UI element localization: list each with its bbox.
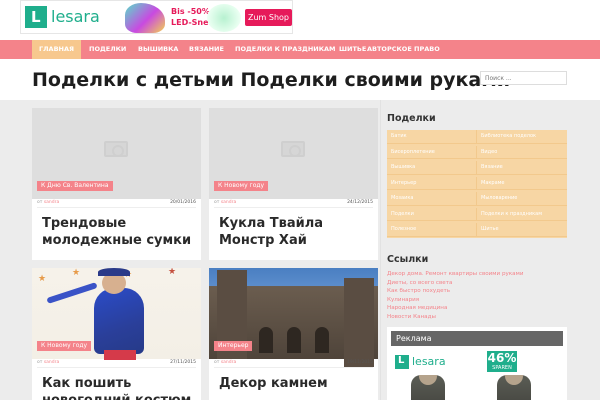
post-author-prefix: от [214, 360, 220, 365]
post-category[interactable]: К Новому году [214, 181, 269, 191]
lesara-logo-icon [395, 355, 409, 369]
content-divider [380, 100, 381, 400]
sidebar-ad-sparen: SPAREN [487, 365, 517, 372]
sidebar-category-link[interactable]: Батик [387, 130, 477, 144]
sidebar-category-link[interactable]: Библиотека поделок [477, 130, 567, 144]
sidebar-link[interactable]: Диеты, со всего света [387, 279, 567, 288]
sneaker-image [125, 3, 165, 33]
sidebar-categories: Батик Библиотека поделок Бисероплетение … [387, 130, 567, 238]
banner-shop-button[interactable]: Zum Shop [245, 9, 292, 26]
post-meta: от sandra 27/11/2015 [37, 360, 196, 368]
post-author[interactable]: sandra [221, 200, 236, 205]
sidebar-category-link[interactable]: Шитье [477, 223, 567, 237]
sidebar-category-link[interactable]: Полезное [387, 223, 477, 237]
sidebar-link[interactable]: Кулинария [387, 296, 567, 305]
sidebar-category-link[interactable]: Мыловарение [477, 192, 567, 206]
post-meta: от sandra 19/11/2015 [214, 360, 373, 368]
sidebar-category-link[interactable]: Поделки [387, 207, 477, 221]
post-meta: от sandra 20/01/2016 [37, 200, 196, 208]
sidebar-category-link[interactable]: Макраме [477, 177, 567, 190]
sidebar-link[interactable]: Народная медицина [387, 304, 567, 313]
sneaker-glow-image [207, 4, 241, 32]
post-author-prefix: от [37, 200, 43, 205]
sidebar-category-link[interactable]: Видео [477, 146, 567, 159]
post-card[interactable]: ★ ★ ★ ★ К Новому году от sandra 27/11/20… [32, 268, 201, 400]
star-decoration: ★ [168, 268, 177, 277]
costume-hat [98, 268, 130, 276]
sidebar-ad-title: Реклама [391, 331, 563, 346]
nav-item-knitting[interactable]: Вязание [182, 40, 231, 59]
post-card[interactable]: К Дню Св. Валентина от sandra 20/01/2016… [32, 108, 201, 260]
sidebar-category-link[interactable]: Бисероплетение [387, 145, 477, 159]
site-title[interactable]: Поделки с детьми Поделки своими руками [32, 69, 510, 91]
banner-ad[interactable]: lesara Bis -50% auf LED-Sneaker Zum Shop [20, 0, 293, 34]
post-date: 19/11/2015 [347, 360, 373, 365]
costume-arm [46, 282, 98, 304]
site-header: Поделки с детьми Поделки своими руками [0, 59, 600, 100]
top-bar: lesara Bis -50% auf LED-Sneaker Zum Shop [0, 0, 600, 40]
sidebar-ad-brand: lesara [412, 355, 446, 368]
nav-item-home[interactable]: Главная [32, 40, 82, 59]
jacket-image [411, 375, 445, 400]
post-meta: от sandra 24/12/2015 [214, 200, 373, 208]
post-category[interactable]: К Новому году [37, 341, 92, 351]
post-card[interactable]: Интерьер от sandra 19/11/2015 Декор камн… [209, 268, 378, 400]
post-date: 24/12/2015 [347, 200, 373, 205]
star-decoration: ★ [72, 268, 81, 278]
post-author-prefix: от [37, 360, 43, 365]
jacket-image [497, 375, 531, 400]
banner-ad-brand: lesara [51, 7, 100, 26]
costume-body [94, 288, 144, 354]
star-decoration: ★ [38, 274, 47, 284]
post-title[interactable]: Как пошить новогодний костюм [42, 375, 193, 400]
lesara-logo-icon [25, 6, 47, 28]
arch [259, 327, 273, 353]
sidebar-links: Декор дома. Ремонт квартиры своими рукам… [387, 270, 567, 321]
nav-item-copyright[interactable]: Авторское право [360, 40, 447, 59]
sidebar-category-link[interactable]: Мозаика [387, 192, 477, 206]
costume-pants [104, 350, 136, 360]
post-author[interactable]: sandra [221, 360, 236, 365]
post-title[interactable]: Декор камнем [219, 375, 370, 392]
sidebar-link[interactable]: Новости Канады [387, 313, 567, 322]
post-date: 20/01/2016 [170, 200, 196, 205]
search-input[interactable] [480, 71, 567, 85]
nav-item-holiday-crafts[interactable]: Поделки к праздникам [228, 40, 343, 59]
post-date: 27/11/2015 [170, 360, 196, 365]
post-title[interactable]: Кукла Твайла Монстр Хай [219, 215, 370, 249]
post-category[interactable]: Интерьер [214, 341, 253, 351]
sidebar-category-link[interactable]: Вязание [477, 161, 567, 175]
nav-item-crafts[interactable]: Поделки [82, 40, 133, 59]
image-placeholder-icon [104, 141, 128, 157]
sidebar-category-link[interactable]: Поделки к праздникам [477, 208, 567, 221]
post-author-prefix: от [214, 200, 220, 205]
main-nav: Главная Поделки Вышивка Вязание Поделки … [0, 40, 600, 59]
sidebar-link[interactable]: Декор дома. Ремонт квартиры своими рукам… [387, 270, 567, 279]
post-author[interactable]: sandra [44, 360, 59, 365]
arch [315, 327, 329, 353]
church-tower [344, 278, 374, 367]
post-category[interactable]: К Дню Св. Валентина [37, 181, 113, 191]
post-title[interactable]: Трендовые молодежные сумки [42, 215, 193, 249]
image-placeholder-icon [281, 141, 305, 157]
post-author[interactable]: sandra [44, 200, 59, 205]
sidebar-links-title: Ссылки [387, 254, 429, 265]
post-card[interactable]: К Новому году от sandra 24/12/2015 Кукла… [209, 108, 378, 260]
sidebar-category-link[interactable]: Вышивка [387, 161, 477, 175]
sidebar-crafts-title: Поделки [387, 113, 436, 124]
sidebar-ad-widget[interactable]: Реклама lesara 46% SPAREN [387, 327, 567, 400]
arch [287, 327, 301, 353]
nav-item-embroidery[interactable]: Вышивка [131, 40, 185, 59]
sidebar-category-link[interactable]: Интерьер [387, 176, 477, 190]
sidebar-link[interactable]: Как быстро похудеть [387, 287, 567, 296]
